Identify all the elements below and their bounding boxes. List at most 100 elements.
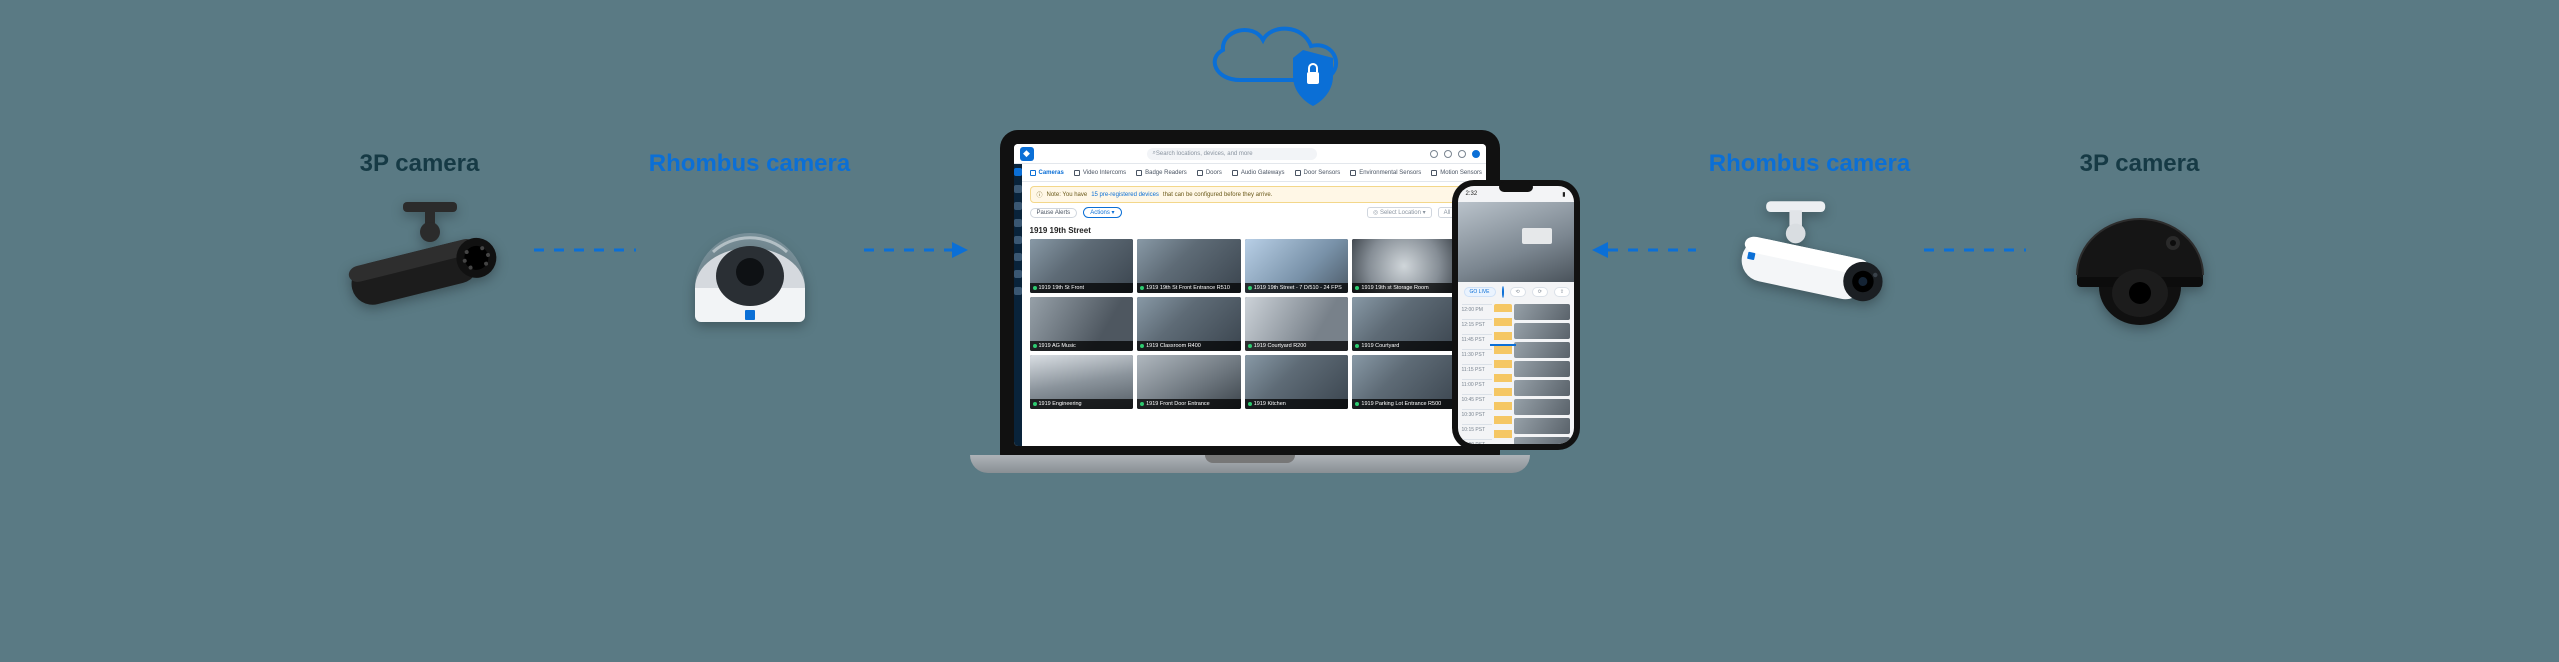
nav-item-icon[interactable] [1014, 287, 1022, 295]
arrow-right-2 [860, 150, 970, 350]
clip-thumbnail[interactable] [1514, 323, 1570, 339]
camera-grid: 1919 19th St Front 1919 19th St Front En… [1022, 237, 1486, 446]
phone-battery-icon: ▮ [1562, 191, 1565, 198]
label-rhombus-left: Rhombus camera [649, 150, 850, 178]
scrub-back-button[interactable]: ⟲ [1510, 287, 1526, 297]
dome-camera-white-icon [665, 198, 835, 328]
share-button[interactable]: ⇪ [1554, 287, 1570, 297]
camera-right-3p: 3P camera [2030, 150, 2250, 328]
camera-tile[interactable]: 1919 19th St Front [1030, 239, 1134, 293]
laptop-base [970, 455, 1530, 473]
phone-notch [1499, 182, 1533, 192]
notice-banner: ⓘ Note: You have 15 pre-registered devic… [1030, 186, 1486, 203]
camera-icon [1030, 170, 1036, 176]
phone-frame: 2:32 ▮ GO LIVE ⟲ ⟳ ⇪ 12:00 PM 12:15 PST [1452, 180, 1580, 450]
clip-thumbnail[interactable] [1514, 380, 1570, 396]
audio-icon [1232, 170, 1238, 176]
camera-tile[interactable]: 1919 Courtyard R200 [1245, 297, 1349, 351]
tab-door-sensors[interactable]: Door Sensors [1295, 170, 1341, 176]
section-header: 1919 19th Street Device Names Clear Sele… [1022, 222, 1486, 237]
clip-thumbnail[interactable] [1514, 342, 1570, 358]
camera-left-3p: 3P camera [310, 150, 530, 328]
camera-tile[interactable]: 1919 19th St Front Entrance R510 [1137, 239, 1241, 293]
arrow-left-2 [1590, 150, 1700, 350]
nav-item-icon[interactable] [1014, 219, 1022, 227]
camera-tile[interactable]: 1919 Kitchen [1245, 355, 1349, 409]
search-placeholder: Search locations, devices, and more [1156, 151, 1253, 157]
arrow-left-1 [1920, 150, 2030, 350]
timeline-thumbnails [1514, 304, 1570, 444]
phone-time: 2:32 [1466, 191, 1478, 197]
actions-button[interactable]: Actions ▾ [1083, 207, 1121, 218]
notifications-icon[interactable] [1430, 150, 1438, 158]
nav-item-icon[interactable] [1014, 185, 1022, 193]
nav-item-icon[interactable] [1014, 202, 1022, 210]
camera-tile[interactable]: 1919 Engineering [1030, 355, 1134, 409]
phone-video-feed[interactable] [1458, 202, 1574, 282]
clip-thumbnail[interactable] [1514, 304, 1570, 320]
camera-right-rhombus: Rhombus camera [1700, 150, 1920, 328]
camera-tile[interactable]: 1919 Front Door Entrance [1137, 355, 1241, 409]
tab-cameras[interactable]: Cameras [1030, 170, 1064, 176]
console-header: ◆ ⌕ Search locations, devices, and more [1014, 144, 1486, 164]
pause-alerts-button[interactable]: Pause Alerts [1030, 208, 1078, 218]
diagram-row: 3P camera [0, 150, 2559, 570]
motion-icon [1431, 170, 1437, 176]
clip-thumbnail[interactable] [1514, 437, 1570, 444]
phone-screen: 2:32 ▮ GO LIVE ⟲ ⟳ ⇪ 12:00 PM 12:15 PST [1458, 186, 1574, 444]
clip-thumbnail[interactable] [1514, 399, 1570, 415]
console-preview: ◆ ⌕ Search locations, devices, and more [1000, 130, 1560, 560]
camera-tile[interactable]: 1919 19th Street - 7 D/510 - 24 FPS [1245, 239, 1349, 293]
left-navbar [1014, 164, 1022, 446]
dome-camera-black-icon [2055, 198, 2225, 328]
label-3p-left: 3P camera [360, 150, 480, 178]
location-filter[interactable]: ◎ Select Location ▾ [1367, 207, 1432, 218]
tab-audio-gateways[interactable]: Audio Gateways [1232, 170, 1285, 176]
timeline-marks: 12:00 PM 12:15 PST 11:45 PST 11:30 PST 1… [1462, 304, 1492, 444]
camera-tile[interactable]: 1919 AG Music [1030, 297, 1134, 351]
label-3p-right: 3P camera [2080, 150, 2200, 178]
play-button-icon[interactable] [1502, 286, 1504, 298]
nav-devices-icon[interactable] [1014, 168, 1022, 176]
timeline-scrubber[interactable] [1494, 304, 1512, 444]
env-icon [1350, 170, 1356, 176]
door-icon [1197, 170, 1203, 176]
phone-controls: GO LIVE ⟲ ⟳ ⇪ [1458, 282, 1574, 302]
tab-doors[interactable]: Doors [1197, 170, 1222, 176]
clip-thumbnail[interactable] [1514, 361, 1570, 377]
phone-timeline: 12:00 PM 12:15 PST 11:45 PST 11:30 PST 1… [1458, 302, 1574, 444]
tab-env-sensors[interactable]: Environmental Sensors [1350, 170, 1421, 176]
nav-item-icon[interactable] [1014, 253, 1022, 261]
console-screen: ◆ ⌕ Search locations, devices, and more [1014, 144, 1486, 446]
camera-tile[interactable]: 1919 Courtyard [1352, 297, 1456, 351]
settings-icon[interactable] [1458, 150, 1466, 158]
camera-tile[interactable]: 1919 19th st Storage Room [1352, 239, 1456, 293]
header-icon-group [1430, 150, 1480, 158]
arrow-right-1 [530, 150, 640, 350]
info-icon: ⓘ [1037, 190, 1043, 199]
intercom-icon [1074, 170, 1080, 176]
help-icon[interactable] [1472, 150, 1480, 158]
clip-thumbnail[interactable] [1514, 418, 1570, 434]
go-live-button[interactable]: GO LIVE [1464, 287, 1496, 297]
brand-logo-icon: ◆ [1020, 147, 1034, 161]
notice-link[interactable]: 15 pre-registered devices [1091, 192, 1159, 198]
tab-motion-sensors[interactable]: Motion Sensors [1431, 170, 1482, 176]
nav-item-icon[interactable] [1014, 270, 1022, 278]
camera-left-rhombus: Rhombus camera [640, 150, 860, 328]
camera-tile[interactable]: 1919 Classroom R400 [1137, 297, 1241, 351]
scrub-fwd-button[interactable]: ⟳ [1532, 287, 1548, 297]
bullet-camera-white-icon [1725, 198, 1895, 328]
secure-cloud-icon [1195, 10, 1365, 115]
tab-badge-readers[interactable]: Badge Readers [1136, 170, 1187, 176]
nav-item-icon[interactable] [1014, 236, 1022, 244]
bullet-camera-black-icon [335, 198, 505, 328]
global-search-input[interactable]: ⌕ Search locations, devices, and more [1147, 148, 1317, 160]
location-title: 1919 19th Street [1030, 226, 1091, 235]
vehicle-icon [1522, 228, 1552, 244]
clock-icon[interactable] [1444, 150, 1452, 158]
badge-icon [1136, 170, 1142, 176]
laptop-frame: ◆ ⌕ Search locations, devices, and more [1000, 130, 1500, 460]
tab-video-intercoms[interactable]: Video Intercoms [1074, 170, 1126, 176]
camera-tile[interactable]: 1919 Parking Lot Entrance R500 [1352, 355, 1456, 409]
